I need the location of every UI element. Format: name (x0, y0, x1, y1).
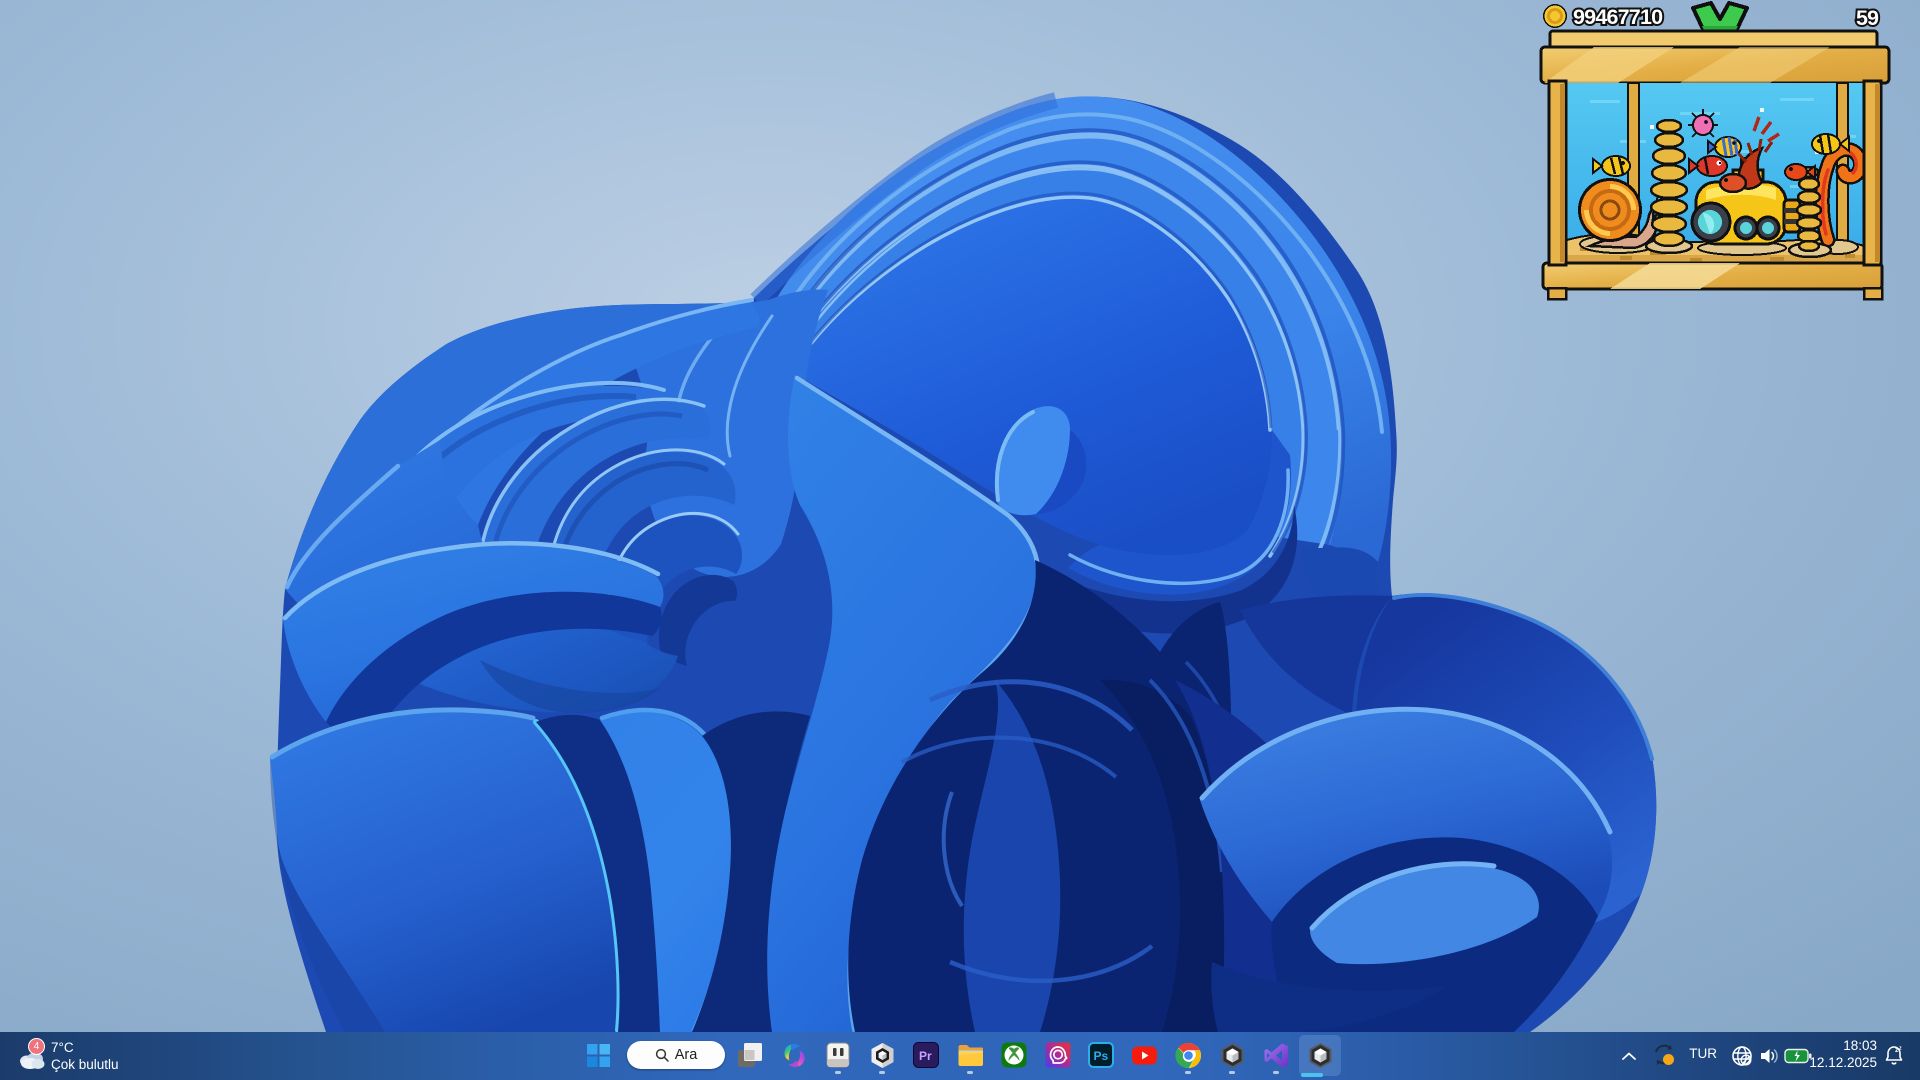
svg-text:z: z (1899, 1046, 1902, 1052)
svg-text:Ps: Ps (1094, 1049, 1109, 1063)
svg-text:99467710: 99467710 (1573, 5, 1663, 29)
svg-text:Pr: Pr (919, 1049, 932, 1063)
svg-text:59: 59 (1856, 6, 1879, 30)
